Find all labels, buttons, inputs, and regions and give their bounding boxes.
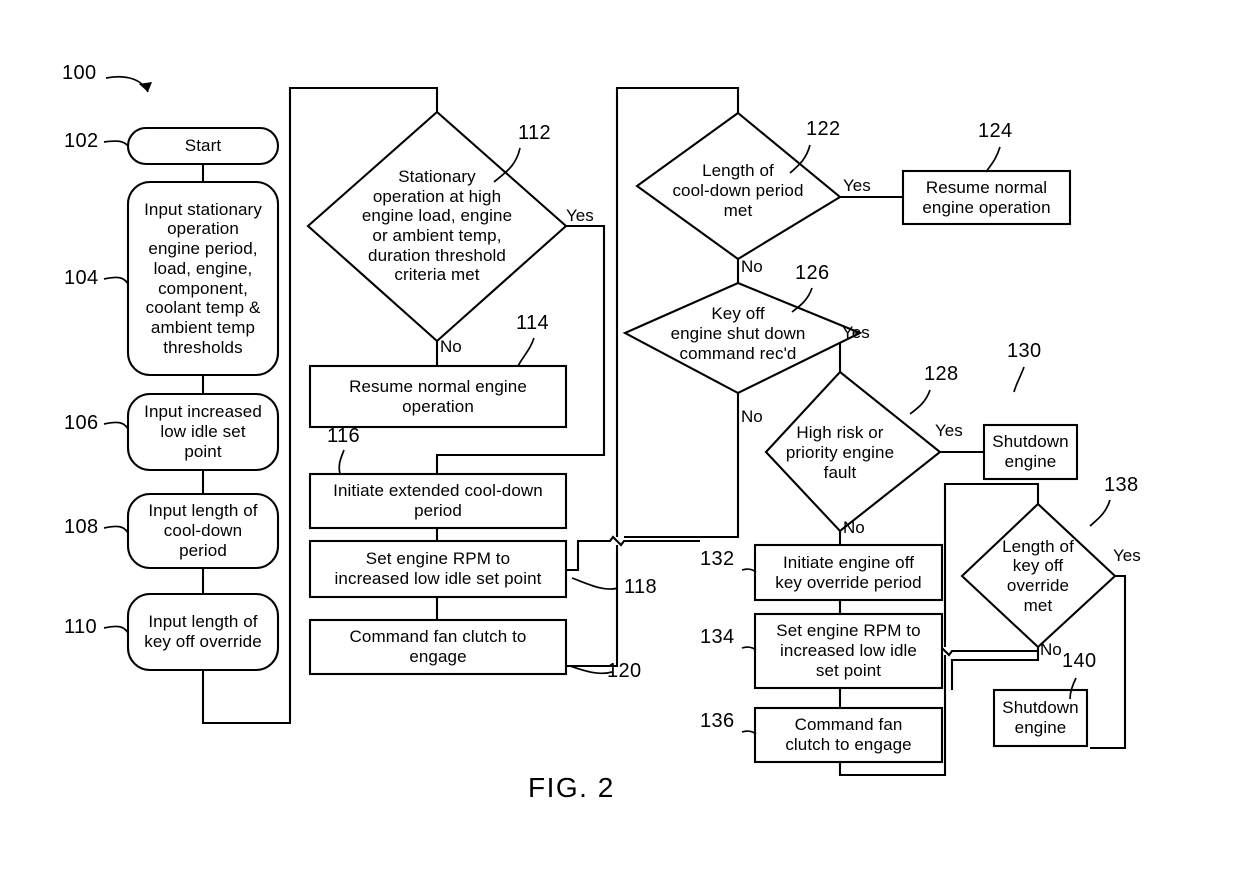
- connector-118-right-to-rail: [566, 535, 700, 572]
- branch-label-128-no: No: [843, 518, 865, 537]
- node-resume-normal-2-shape: [901, 169, 1072, 226]
- diagram-ref-100: 100: [62, 62, 97, 84]
- node-initiate-key-override-shape: [753, 543, 944, 602]
- branch-label-112-no: No: [440, 337, 462, 356]
- ref-136: 136: [700, 710, 735, 732]
- node-shutdown-2-shape: [992, 688, 1089, 748]
- ref-102: 102: [64, 130, 99, 152]
- ref-138: 138: [1104, 474, 1139, 496]
- ref-106: 106: [64, 412, 99, 434]
- ref-140: 140: [1062, 650, 1097, 672]
- ref-104: 104: [64, 267, 99, 289]
- branch-label-128-yes: Yes: [935, 421, 963, 440]
- figure-canvas: 100 Start Input stationary operation eng…: [0, 0, 1240, 885]
- node-fan-clutch-2-shape: [753, 706, 944, 764]
- node-set-rpm-2-shape: [753, 612, 944, 690]
- node-decision-stationary-shape: [306, 110, 568, 343]
- node-input-cooldown-shape: [126, 492, 280, 570]
- node-decision-key-off-shape: [622, 281, 863, 395]
- ref-132: 132: [700, 548, 735, 570]
- node-input-low-idle-shape: [126, 392, 280, 472]
- node-fan-clutch-1-shape: [308, 618, 568, 676]
- diagram-ref-leader: [105, 75, 152, 93]
- ref-110: 110: [64, 616, 98, 638]
- node-shutdown-1-shape: [982, 423, 1079, 481]
- branch-label-122-yes: Yes: [843, 176, 871, 195]
- branch-label-122-no: No: [741, 257, 763, 276]
- branch-label-138-yes: Yes: [1113, 546, 1141, 565]
- ref-108: 108: [64, 516, 99, 538]
- ref-134: 134: [700, 626, 735, 648]
- branch-label-126-no: No: [741, 407, 763, 426]
- ref-120: 120: [607, 660, 642, 682]
- branch-label-138-no: No: [1040, 640, 1062, 659]
- node-decision-key-off-met-shape: [960, 502, 1117, 649]
- ref-116: 116: [327, 425, 361, 447]
- ref-126: 126: [795, 262, 830, 284]
- branch-label-112-yes: Yes: [566, 206, 594, 225]
- connector-126-no-to-rail: [624, 393, 740, 539]
- connector-120-right-to-rail: [566, 545, 619, 668]
- ref-124: 124: [978, 120, 1013, 142]
- ref-130: 130: [1007, 340, 1042, 362]
- ref-114: 114: [516, 312, 550, 334]
- node-input-key-off-shape: [126, 592, 280, 672]
- figure-caption: FIG. 2: [528, 772, 615, 803]
- node-start-shape: [126, 126, 280, 166]
- connector-134-right-to-rail: [935, 645, 1038, 657]
- branch-label-126-yes: Yes: [842, 323, 870, 342]
- ref-112: 112: [518, 122, 552, 144]
- flowchart-svg: [103, 75, 1127, 777]
- node-resume-normal-1-shape: [308, 364, 568, 429]
- node-input-thresholds-shape: [126, 180, 280, 377]
- node-decision-fault-shape: [764, 370, 942, 533]
- ref-128: 128: [924, 363, 959, 385]
- connector-138-no-to-140: [950, 647, 1040, 690]
- ref-122: 122: [806, 118, 841, 140]
- node-initiate-cooldown-shape: [308, 472, 568, 530]
- ref-118: 118: [624, 576, 658, 598]
- node-set-rpm-1-shape: [308, 539, 568, 599]
